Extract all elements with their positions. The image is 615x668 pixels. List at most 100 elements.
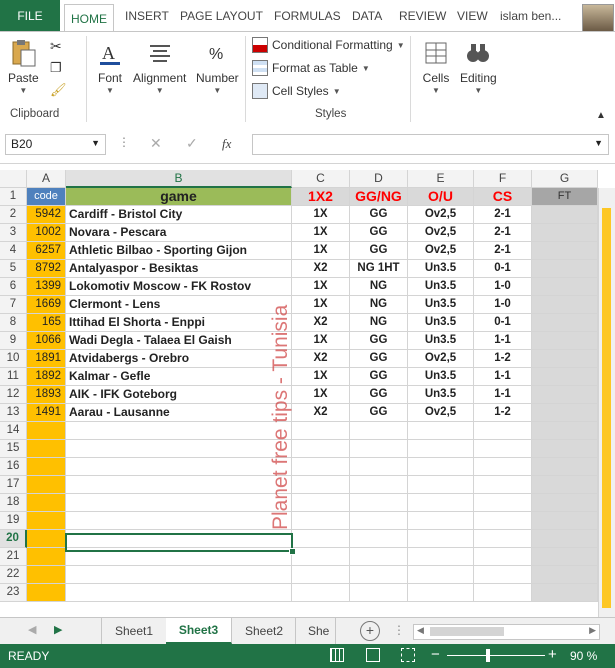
fill-handle[interactable]	[289, 548, 296, 555]
cell-ou[interactable]: Un3.5	[408, 332, 474, 350]
column-header-a[interactable]: A	[27, 170, 66, 188]
cell-cs[interactable]: 2-1	[474, 242, 532, 260]
cell-cs[interactable]	[474, 440, 532, 458]
header-game[interactable]: game	[66, 188, 292, 206]
cut-button[interactable]: ✂	[50, 38, 62, 55]
normal-view-icon[interactable]	[330, 648, 344, 662]
cell-cs[interactable]: 1-0	[474, 296, 532, 314]
cell-cs[interactable]: 2-1	[474, 206, 532, 224]
cell-ft[interactable]	[532, 368, 598, 386]
cell-game[interactable]: Cardiff - Bristol City	[66, 206, 292, 224]
tab-data[interactable]: DATA	[352, 9, 382, 23]
header-cs[interactable]: CS	[474, 188, 532, 206]
alignment-button[interactable]: Alignment ▼	[133, 38, 186, 95]
cell-code[interactable]: 1891	[27, 350, 66, 368]
cell-cs[interactable]: 1-1	[474, 368, 532, 386]
cell-code[interactable]: 1491	[27, 404, 66, 422]
cell-ft[interactable]	[532, 224, 598, 242]
cell-ou[interactable]: Ov2,5	[408, 404, 474, 422]
number-button[interactable]: % Number ▼	[196, 38, 239, 95]
scroll-right-icon[interactable]: ▶	[589, 625, 596, 636]
cell-ft[interactable]	[532, 296, 598, 314]
cell-ggng[interactable]	[350, 548, 408, 566]
cell-ft[interactable]	[532, 584, 598, 602]
zoom-out-icon[interactable]: −	[431, 646, 440, 663]
row-header[interactable]: 13	[0, 404, 27, 422]
cell-ft[interactable]	[532, 206, 598, 224]
sheet-tab-sheet1[interactable]: Sheet1	[101, 618, 167, 644]
cell-cs[interactable]	[474, 422, 532, 440]
cell-ggng[interactable]: NG	[350, 278, 408, 296]
cell-ou[interactable]	[408, 584, 474, 602]
cell-ggng[interactable]: GG	[350, 368, 408, 386]
cell-x12[interactable]	[292, 530, 350, 548]
cell-cs[interactable]: 1-1	[474, 332, 532, 350]
row-header[interactable]: 14	[0, 422, 27, 440]
column-header-f[interactable]: F	[474, 170, 532, 188]
cell-code[interactable]	[27, 422, 66, 440]
paste-button[interactable]: Paste ▼	[8, 38, 39, 95]
cell-ou[interactable]: Ov2,5	[408, 350, 474, 368]
tab-page-layout[interactable]: PAGE LAYOUT	[180, 9, 263, 23]
cell-game[interactable]	[66, 584, 292, 602]
cell-code[interactable]: 1892	[27, 368, 66, 386]
scroll-right-icon[interactable]: ▶	[54, 623, 62, 636]
cell-code[interactable]: 1002	[27, 224, 66, 242]
cell-ou[interactable]: Un3.5	[408, 314, 474, 332]
cell-ou[interactable]	[408, 548, 474, 566]
row-header[interactable]: 10	[0, 350, 27, 368]
cancel-icon[interactable]: ✕	[150, 135, 162, 152]
cell-ggng[interactable]	[350, 530, 408, 548]
tab-view[interactable]: VIEW	[457, 9, 488, 23]
cell-ou[interactable]	[408, 458, 474, 476]
cell-game[interactable]	[66, 566, 292, 584]
cell-ft[interactable]	[532, 476, 598, 494]
cell-styles-button[interactable]: Cell Styles ▼	[252, 83, 341, 99]
cell-ft[interactable]	[532, 566, 598, 584]
row-header[interactable]: 2	[0, 206, 27, 224]
format-painter-button[interactable]: 🖌	[50, 82, 67, 98]
cell-ou[interactable]: Ov2,5	[408, 224, 474, 242]
zoom-slider-thumb[interactable]	[486, 649, 490, 662]
cell-ou[interactable]	[408, 476, 474, 494]
formula-input[interactable]: ▼	[252, 134, 609, 155]
row-header[interactable]: 19	[0, 512, 27, 530]
cell-ou[interactable]	[408, 440, 474, 458]
row-header[interactable]: 9	[0, 332, 27, 350]
cell-ft[interactable]	[532, 314, 598, 332]
row-header[interactable]: 23	[0, 584, 27, 602]
editing-button[interactable]: Editing ▼	[460, 38, 497, 95]
cell-ft[interactable]	[532, 332, 598, 350]
horizontal-scrollbar[interactable]: ◀ ▶	[413, 624, 600, 640]
cell-ft[interactable]	[532, 440, 598, 458]
cell-ggng[interactable]	[350, 440, 408, 458]
cell-ou[interactable]: Un3.5	[408, 260, 474, 278]
cell-ft[interactable]	[532, 494, 598, 512]
cell-code[interactable]	[27, 566, 66, 584]
row-header[interactable]: 15	[0, 440, 27, 458]
cell-code[interactable]	[27, 458, 66, 476]
cell-ft[interactable]	[532, 260, 598, 278]
tab-review[interactable]: REVIEW	[399, 9, 446, 23]
cell-ou[interactable]	[408, 494, 474, 512]
row-header[interactable]: 7	[0, 296, 27, 314]
cell-code[interactable]: 165	[27, 314, 66, 332]
cell-code[interactable]: 1669	[27, 296, 66, 314]
format-as-table-button[interactable]: Format as Table ▼	[252, 60, 370, 76]
row-header[interactable]: 5	[0, 260, 27, 278]
avatar[interactable]	[582, 4, 614, 32]
cell-ggng[interactable]: GG	[350, 242, 408, 260]
row-header[interactable]: 11	[0, 368, 27, 386]
row-header[interactable]: 18	[0, 494, 27, 512]
cell-ou[interactable]: Ov2,5	[408, 206, 474, 224]
column-header-e[interactable]: E	[408, 170, 474, 188]
cell-cs[interactable]	[474, 584, 532, 602]
scroll-left-icon[interactable]: ◀	[417, 625, 424, 636]
cell-ou[interactable]	[408, 566, 474, 584]
header-ft[interactable]: FT	[532, 188, 598, 206]
insert-function-icon[interactable]: fx	[222, 136, 231, 152]
cell-cs[interactable]: 2-1	[474, 224, 532, 242]
page-break-view-icon[interactable]	[401, 648, 415, 662]
row-header[interactable]: 1	[0, 188, 27, 206]
zoom-in-icon[interactable]: +	[548, 646, 557, 663]
